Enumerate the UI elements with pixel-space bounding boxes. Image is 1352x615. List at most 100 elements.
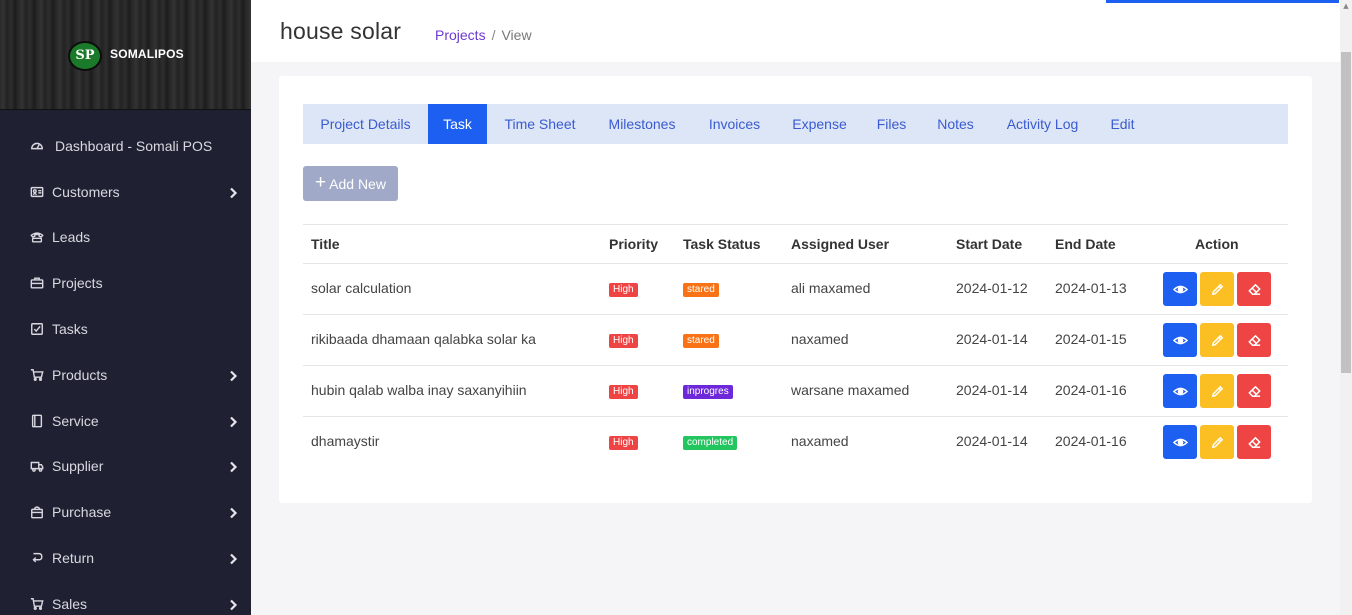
breadcrumb-current: View xyxy=(501,27,532,43)
tab-invoices[interactable]: Invoices xyxy=(691,104,778,144)
sidebar-item-supplier[interactable]: Supplier xyxy=(0,444,251,490)
sidebar-item-sales[interactable]: Sales xyxy=(0,581,251,615)
id-card-icon xyxy=(29,184,45,200)
tab-edit[interactable]: Edit xyxy=(1096,104,1149,144)
end-date: 2024-01-13 xyxy=(1055,280,1127,296)
book-icon xyxy=(29,413,45,429)
priority-badge: High xyxy=(609,334,638,348)
priority-badge: High xyxy=(609,436,638,450)
view-button[interactable] xyxy=(1163,323,1197,357)
table-row: dhamaystir High completed naxamed 2024-0… xyxy=(303,417,1288,468)
scrollbar-thumb[interactable] xyxy=(1341,52,1351,373)
briefcase-icon xyxy=(29,275,45,291)
task-title: hubin qalab walba inay saxanyihiin xyxy=(311,382,527,398)
column-header-assigned-user: Assigned User xyxy=(791,236,890,252)
start-date: 2024-01-14 xyxy=(956,382,1028,398)
add-new-label: Add New xyxy=(329,175,386,192)
sidebar-item-return[interactable]: Return xyxy=(0,535,251,581)
sidebar-item-dashboard[interactable]: Dashboard - Somali POS xyxy=(0,123,251,169)
sidebar-item-tasks[interactable]: Tasks xyxy=(0,306,251,352)
sidebar-item-label: Products xyxy=(52,366,108,383)
chevron-right-icon xyxy=(228,369,238,382)
tab-project-details[interactable]: Project Details xyxy=(303,104,428,144)
chevron-right-icon xyxy=(228,460,238,473)
tab-milestones[interactable]: Milestones xyxy=(593,104,691,144)
delete-button[interactable] xyxy=(1237,374,1271,408)
column-header-title: Title xyxy=(311,236,340,252)
sidebar-item-label: Tasks xyxy=(52,321,88,338)
bag-icon xyxy=(29,504,45,520)
tab-expense[interactable]: Expense xyxy=(778,104,861,144)
edit-button[interactable] xyxy=(1200,272,1234,306)
sidebar-item-label: Sales xyxy=(52,595,88,612)
row-actions xyxy=(1163,272,1271,306)
edit-button[interactable] xyxy=(1200,374,1234,408)
priority-badge: High xyxy=(609,385,638,399)
assigned-user: warsane maxamed xyxy=(791,382,910,398)
cart-icon xyxy=(29,596,45,612)
edit-button[interactable] xyxy=(1200,323,1234,357)
column-header-action: Action xyxy=(1195,236,1239,252)
sidebar-item-label: Service xyxy=(52,412,99,429)
eraser-icon xyxy=(1247,385,1261,397)
view-button[interactable] xyxy=(1163,374,1197,408)
plus-icon: + xyxy=(315,171,327,193)
edit-button[interactable] xyxy=(1200,425,1234,459)
sidebar-item-label: Supplier xyxy=(52,458,104,475)
tab-task[interactable]: Task xyxy=(428,104,487,144)
sidebar-item-projects[interactable]: Projects xyxy=(0,260,251,306)
add-new-button[interactable]: + Add New xyxy=(303,166,398,201)
breadcrumb-separator: / xyxy=(491,27,496,43)
sidebar-item-purchase[interactable]: Purchase xyxy=(0,489,251,535)
table-header: Title Priority Task Status Assigned User… xyxy=(303,224,1288,264)
sidebar-item-leads[interactable]: Leads xyxy=(0,215,251,261)
view-button[interactable] xyxy=(1163,272,1197,306)
tab-activity-log[interactable]: Activity Log xyxy=(989,104,1096,144)
page-title: house solar xyxy=(280,18,402,44)
view-button[interactable] xyxy=(1163,425,1197,459)
sidebar-nav: Dashboard - Somali POS Customers Leads P… xyxy=(0,123,251,615)
end-date: 2024-01-16 xyxy=(1055,433,1127,449)
chevron-right-icon xyxy=(228,552,238,565)
tab-time-sheet[interactable]: Time Sheet xyxy=(487,104,593,144)
end-date: 2024-01-16 xyxy=(1055,382,1127,398)
table-row: rikibaada dhamaan qalabka solar ka High … xyxy=(303,315,1288,366)
task-title: rikibaada dhamaan qalabka solar ka xyxy=(311,331,536,347)
sidebar-item-label: Customers xyxy=(52,183,120,200)
chevron-right-icon xyxy=(228,186,238,198)
sidebar-item-service[interactable]: Service xyxy=(0,398,251,444)
column-header-priority: Priority xyxy=(609,236,659,252)
delete-button[interactable] xyxy=(1237,323,1271,357)
dashboard-icon xyxy=(29,138,45,154)
truck-icon xyxy=(29,458,45,474)
column-header-task-status: Task Status xyxy=(683,236,761,252)
table-row: solar calculation High stared ali maxame… xyxy=(303,264,1288,315)
return-icon xyxy=(29,550,45,566)
tab-files[interactable]: Files xyxy=(861,104,922,144)
page-header xyxy=(251,0,1340,62)
eye-icon xyxy=(1172,336,1188,344)
row-actions xyxy=(1163,323,1271,357)
sidebar: SP SOMALIPOS Dashboard - Somali POS Cust… xyxy=(0,0,251,615)
sidebar-item-label: Return xyxy=(52,550,95,567)
status-badge: stared xyxy=(683,283,719,297)
pencil-icon xyxy=(1211,283,1223,295)
assigned-user: ali maxamed xyxy=(791,280,871,296)
row-actions xyxy=(1163,425,1271,459)
chevron-right-icon xyxy=(228,415,238,427)
end-date: 2024-01-15 xyxy=(1055,331,1127,347)
sidebar-item-products[interactable]: Products xyxy=(0,352,251,398)
status-badge: completed xyxy=(683,436,738,450)
delete-button[interactable] xyxy=(1237,425,1271,459)
sidebar-item-label: Projects xyxy=(52,275,103,292)
sidebar-item-customers[interactable]: Customers xyxy=(0,169,251,215)
breadcrumb-link-projects[interactable]: Projects xyxy=(435,27,486,43)
assigned-user: naxamed xyxy=(791,331,849,347)
tab-notes[interactable]: Notes xyxy=(922,104,989,144)
sidebar-item-label: Leads xyxy=(52,229,91,246)
scroll-up-arrow-icon[interactable]: ▲ xyxy=(1341,2,1351,12)
delete-button[interactable] xyxy=(1237,272,1271,306)
eraser-icon xyxy=(1247,334,1261,346)
pencil-icon xyxy=(1211,385,1223,397)
sidebar-item-label: Dashboard - Somali POS xyxy=(55,137,213,154)
